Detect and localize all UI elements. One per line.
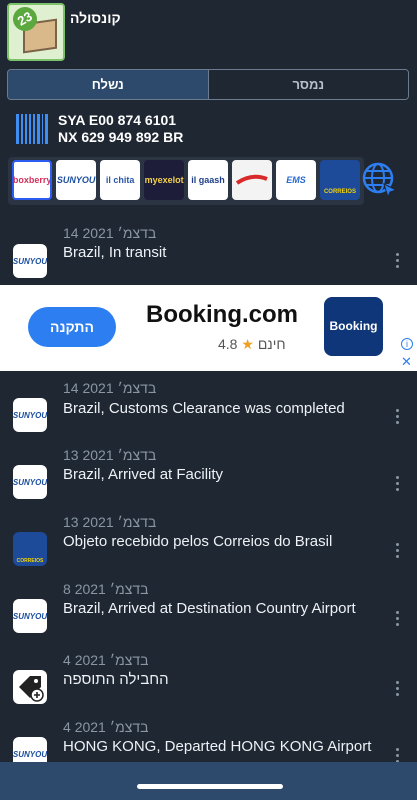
- bottom-bar: [0, 762, 417, 800]
- booking-logo-icon: Booking: [324, 297, 383, 356]
- more-options-icon[interactable]: [396, 681, 400, 696]
- carrier-boxberry[interactable]: boxberry: [12, 160, 53, 200]
- tag-plus-icon: [19, 676, 44, 702]
- app-header: 23 קונסולה: [0, 0, 417, 64]
- tracking-event[interactable]: 13 בדצמ׳ 2021 SUNYOU Brazil, Arrived at …: [0, 445, 417, 507]
- tracking-event[interactable]: 8 בדצמ׳ 2021 SUNYOU Brazil, Arrived at D…: [0, 578, 417, 646]
- event-date: 4 בדצמ׳ 2021: [63, 652, 149, 668]
- more-options-icon[interactable]: [396, 748, 400, 763]
- ad-title: Booking.com: [146, 301, 299, 328]
- event-date: 4 בדצמ׳ 2021: [63, 719, 149, 735]
- tracking-numbers: SYA E00 874 6101 NX 629 949 892 BR: [16, 110, 406, 150]
- barcode-icon[interactable]: [16, 114, 48, 144]
- page-title: קונסולה: [70, 10, 121, 26]
- event-text: Objeto recebido pelos Correios do Brasil: [63, 533, 333, 550]
- event-text: Brazil, Arrived at Destination Country A…: [63, 600, 356, 617]
- ad-price: חינם: [257, 336, 286, 352]
- carrier-red-logo[interactable]: [232, 160, 273, 200]
- star-icon: ★: [241, 336, 254, 352]
- event-text: HONG KONG, Departed HONG KONG Airport: [63, 738, 372, 755]
- tracking-event[interactable]: 4 בדצמ׳ 2021 החבילה התוספה: [0, 650, 417, 712]
- carrier-myexelot[interactable]: myexelot: [144, 160, 185, 200]
- tracking-event[interactable]: 14 בדצמ׳ 2021 SUNYOU Brazil, In transit: [0, 222, 417, 284]
- carrier-sunyou[interactable]: SUNYOU: [56, 160, 97, 200]
- more-options-icon[interactable]: [396, 476, 400, 491]
- ad-close-icon[interactable]: ✕: [401, 354, 412, 370]
- ad-banner[interactable]: התקנה Booking.com חינם ★ 4.8 Booking i ✕: [0, 285, 417, 371]
- home-indicator[interactable]: [137, 784, 283, 789]
- sunyou-logo-icon: SUNYOU: [13, 599, 47, 633]
- event-text: החבילה התוספה: [63, 671, 169, 688]
- event-date: 14 בדצמ׳ 2021: [63, 380, 157, 396]
- event-date: 13 בדצמ׳ 2021: [63, 447, 157, 463]
- ad-rating: חינם ★ 4.8: [218, 336, 286, 353]
- ad-info-icon[interactable]: i: [401, 338, 413, 350]
- more-options-icon[interactable]: [396, 543, 400, 558]
- carrier-ilgaash[interactable]: il gaash: [188, 160, 229, 200]
- tab-sent[interactable]: נשלח: [8, 70, 208, 99]
- event-text: Brazil, Arrived at Facility: [63, 466, 224, 483]
- tracking-event[interactable]: 14 בדצמ׳ 2021 SUNYOU Brazil, Customs Cle…: [0, 378, 417, 440]
- tracking-number-2: NX 629 949 892 BR: [58, 129, 184, 145]
- carrier-strip: boxberry SUNYOU il chita myexelot il gaa…: [8, 157, 364, 205]
- tab-delivered[interactable]: נמסר: [207, 70, 408, 99]
- event-text: Brazil, In transit: [63, 244, 167, 261]
- ad-rating-value: 4.8: [218, 336, 238, 352]
- tracking-number-1: SYA E00 874 6101: [58, 112, 177, 128]
- tracking-number-text[interactable]: SYA E00 874 6101 NX 629 949 892 BR: [58, 112, 183, 146]
- carrier-ilchita[interactable]: il chita: [100, 160, 141, 200]
- carrier-correios[interactable]: CORREIOS: [319, 160, 360, 200]
- event-date: 14 בדצמ׳ 2021: [63, 225, 157, 241]
- more-options-icon[interactable]: [396, 611, 400, 626]
- add-tag-icon: [13, 670, 47, 704]
- install-button[interactable]: התקנה: [28, 307, 116, 347]
- more-options-icon[interactable]: [396, 409, 400, 424]
- app-logo-icon[interactable]: 23: [7, 3, 65, 61]
- status-tabs: נשלח נמסר: [7, 69, 409, 100]
- tracking-event[interactable]: 13 בדצמ׳ 2021 CORREIOS Objeto recebido p…: [0, 512, 417, 574]
- event-date: 13 בדצמ׳ 2021: [63, 514, 157, 530]
- sunyou-logo-icon: SUNYOU: [13, 244, 47, 278]
- sunyou-logo-icon: SUNYOU: [13, 465, 47, 499]
- event-date: 8 בדצמ׳ 2021: [63, 581, 149, 597]
- carrier-ems[interactable]: EMS: [276, 160, 316, 200]
- more-options-icon[interactable]: [396, 253, 400, 268]
- sunyou-logo-icon: SUNYOU: [13, 398, 47, 432]
- event-text: Brazil, Customs Clearance was completed: [63, 400, 345, 417]
- correios-logo-icon: CORREIOS: [13, 532, 47, 566]
- red-swoosh-icon: [235, 174, 268, 185]
- globe-web-icon[interactable]: [362, 162, 398, 198]
